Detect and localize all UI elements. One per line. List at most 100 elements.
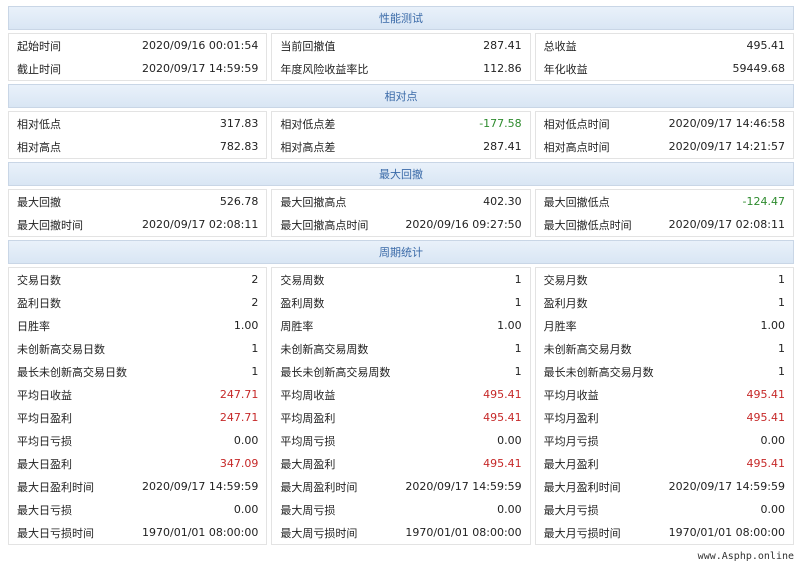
stat-label: 平均月盈利: [543, 411, 599, 425]
stat-value: 0.00: [233, 503, 259, 516]
stat-value: 1.00: [233, 319, 259, 332]
stat-label: 截止时间: [17, 62, 61, 76]
stat-row: 年度风险收益率比 112.86: [272, 57, 529, 80]
stat-label: 最大月亏损: [543, 503, 599, 517]
stat-label: 交易月数: [543, 273, 588, 287]
section-body: 最大回撤 526.78 最大回撤时间 2020/09/17 02:08:11 最大回撤高…: [8, 186, 794, 240]
stat-label: 平均月亏损: [543, 434, 599, 448]
stat-row: 交易月数 1: [536, 268, 793, 291]
stat-value: 1: [514, 342, 522, 355]
stat-value: 0.00: [497, 503, 522, 516]
stat-row: 平均日亏损 0.00: [9, 429, 266, 452]
stat-value: 495.41: [483, 457, 522, 470]
stat-label: 年度风险收益率比: [280, 62, 369, 76]
stat-row: 最大日盈利时间 2020/09/17 14:59:59: [9, 475, 266, 498]
stat-label: 最大回撤高点时间: [280, 218, 369, 232]
stat-row: 当前回撤值 287.41: [272, 34, 529, 57]
stat-row: 平均周盈利 495.41: [272, 406, 529, 429]
section-body: 相对低点 317.83 相对高点 782.83 相对低点差 -177.58 相对高点差 287…: [8, 108, 794, 162]
stat-row: 最大日亏损时间 1970/01/01 08:00:00: [9, 521, 266, 544]
stat-value: 495.41: [483, 388, 522, 401]
stat-row: 未创新高交易周数 1: [272, 337, 529, 360]
stat-value: 347.09: [219, 457, 259, 470]
stat-label: 最大回撤高点: [280, 195, 347, 209]
stat-row: 最大回撤低点 -124.47: [536, 190, 793, 213]
stat-label: 盈利日数: [17, 296, 61, 310]
stat-value: 2020/09/17 14:21:57: [668, 140, 785, 153]
stat-value: 1.00: [497, 319, 522, 332]
stat-value: 1: [251, 342, 259, 355]
stat-label: 周胜率: [280, 319, 314, 333]
stat-row: 平均周收益 495.41: [272, 383, 529, 406]
stat-label: 相对高点差: [280, 140, 336, 154]
stat-value: 1: [514, 273, 522, 286]
stat-label: 未创新高交易日数: [17, 342, 105, 356]
performance-report: 性能测试 起始时间 2020/09/16 00:01:54 截止时间 2020/09/1…: [8, 6, 794, 548]
stats-column: 最大回撤低点 -124.47 最大回撤低点时间 2020/09/17 02:08:11: [534, 189, 794, 237]
stats-column: 起始时间 2020/09/16 00:01:54 截止时间 2020/09/17 14…: [8, 33, 268, 81]
stat-value: 402.30: [483, 195, 522, 208]
stat-value: 247.71: [219, 411, 259, 424]
stat-row: 相对低点时间 2020/09/17 14:46:58: [536, 112, 793, 135]
stat-value: 495.41: [746, 39, 785, 52]
stat-label: 相对低点差: [280, 117, 336, 131]
stat-label: 最长未创新高交易周数: [280, 365, 391, 379]
stat-value: 1.00: [760, 319, 785, 332]
stat-value: 495.41: [746, 457, 785, 470]
stat-label: 盈利周数: [280, 296, 325, 310]
stat-label: 最大回撤低点: [543, 195, 610, 209]
stat-label: 当前回撤值: [280, 39, 336, 53]
stat-value: 287.41: [483, 39, 522, 52]
stat-value: 1: [777, 273, 785, 286]
stats-column: 最大回撤高点 402.30 最大回撤高点时间 2020/09/16 09:27:50: [271, 189, 531, 237]
stat-value: 2020/09/17 02:08:11: [668, 218, 785, 231]
stat-row: 平均日收益 247.71: [9, 383, 266, 406]
stat-row: 截止时间 2020/09/17 14:59:59: [9, 57, 266, 80]
stat-row: 起始时间 2020/09/16 00:01:54: [9, 34, 266, 57]
stat-label: 最大月亏损时间: [543, 526, 621, 540]
stat-value: 0.00: [497, 434, 522, 447]
stat-value: 59449.68: [732, 62, 785, 75]
stat-value: 2020/09/17 14:59:59: [668, 480, 785, 493]
stat-value: 0.00: [760, 503, 785, 516]
stat-label: 最大回撤时间: [17, 218, 83, 232]
stat-label: 相对高点: [17, 140, 61, 154]
stat-row: 最大周盈利 495.41: [272, 452, 529, 475]
stat-label: 最大日盈利时间: [17, 480, 94, 494]
stat-value: 1: [777, 365, 785, 378]
stat-row: 平均月收益 495.41: [536, 383, 793, 406]
stat-label: 最长未创新高交易日数: [17, 365, 127, 379]
stat-row: 最大回撤高点 402.30: [272, 190, 529, 213]
stat-row: 年化收益 59449.68: [536, 57, 793, 80]
section-header: 周期统计: [8, 240, 794, 264]
stat-label: 平均月收益: [543, 388, 599, 402]
stat-row: 最大回撤高点时间 2020/09/16 09:27:50: [272, 213, 529, 236]
stat-row: 最大周亏损 0.00: [272, 498, 529, 521]
stat-row: 最大月盈利时间 2020/09/17 14:59:59: [536, 475, 793, 498]
stat-label: 未创新高交易周数: [280, 342, 369, 356]
stat-label: 总收益: [543, 39, 577, 53]
stat-value: 1970/01/01 08:00:00: [668, 526, 785, 539]
stat-row: 最大月亏损 0.00: [536, 498, 793, 521]
stat-label: 最大回撤: [17, 195, 61, 209]
section-header: 相对点: [8, 84, 794, 108]
stat-row: 最长未创新高交易日数 1: [9, 360, 266, 383]
stat-label: 起始时间: [17, 39, 61, 53]
stat-value: 1: [251, 365, 259, 378]
stats-column: 交易周数 1 盈利周数 1 周胜率 1.00 未创新高交易周数 1 最长未创新高交易周数 1 平均周…: [271, 267, 531, 545]
stat-value: 495.41: [483, 411, 522, 424]
stat-label: 盈利月数: [543, 296, 588, 310]
stat-row: 未创新高交易月数 1: [536, 337, 793, 360]
stat-value: 782.83: [219, 140, 259, 153]
stat-label: 最大日亏损: [17, 503, 72, 517]
stat-label: 最大周盈利时间: [280, 480, 358, 494]
stat-row: 相对低点 317.83: [9, 112, 266, 135]
stat-value: 1: [777, 296, 785, 309]
stat-label: 最大周亏损时间: [280, 526, 358, 540]
stat-label: 最大回撤低点时间: [543, 218, 632, 232]
stat-value: 0.00: [233, 434, 259, 447]
stat-label: 最大月盈利时间: [543, 480, 621, 494]
stat-row: 最大月盈利 495.41: [536, 452, 793, 475]
stat-value: 526.78: [219, 195, 259, 208]
stat-label: 最大月盈利: [543, 457, 599, 471]
